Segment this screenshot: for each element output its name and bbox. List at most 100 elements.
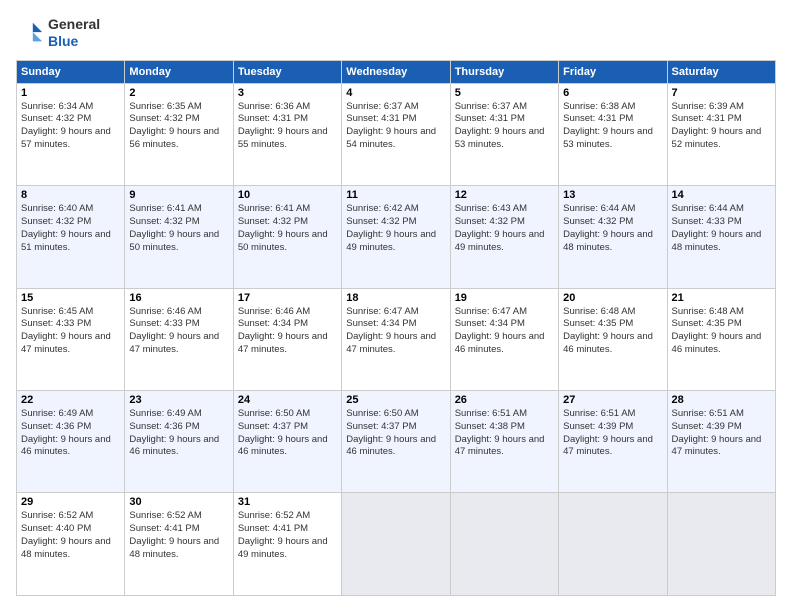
- day-number: 29: [21, 496, 120, 508]
- sunset-label: Sunset: 4:31 PM: [672, 113, 742, 124]
- day-info: Sunrise: 6:47 AM Sunset: 4:34 PM Dayligh…: [346, 306, 445, 357]
- table-row: 1 Sunrise: 6:34 AM Sunset: 4:32 PM Dayli…: [17, 83, 125, 185]
- day-header-wednesday: Wednesday: [342, 60, 450, 83]
- daylight-label: Daylight: 9 hours and 47 minutes.: [238, 331, 328, 355]
- day-header-saturday: Saturday: [667, 60, 775, 83]
- day-info: Sunrise: 6:44 AM Sunset: 4:32 PM Dayligh…: [563, 203, 662, 254]
- sunset-label: Sunset: 4:33 PM: [129, 318, 199, 329]
- day-number: 4: [346, 87, 445, 99]
- sunset-label: Sunset: 4:31 PM: [563, 113, 633, 124]
- day-info: Sunrise: 6:51 AM Sunset: 4:38 PM Dayligh…: [455, 408, 554, 459]
- table-row: 26 Sunrise: 6:51 AM Sunset: 4:38 PM Dayl…: [450, 391, 558, 493]
- table-row: 7 Sunrise: 6:39 AM Sunset: 4:31 PM Dayli…: [667, 83, 775, 185]
- logo-icon: [16, 19, 44, 47]
- sunset-label: Sunset: 4:32 PM: [21, 216, 91, 227]
- daylight-label: Daylight: 9 hours and 46 minutes.: [129, 434, 219, 458]
- table-row: 25 Sunrise: 6:50 AM Sunset: 4:37 PM Dayl…: [342, 391, 450, 493]
- table-row: 13 Sunrise: 6:44 AM Sunset: 4:32 PM Dayl…: [559, 186, 667, 288]
- day-info: Sunrise: 6:45 AM Sunset: 4:33 PM Dayligh…: [21, 306, 120, 357]
- table-row: 23 Sunrise: 6:49 AM Sunset: 4:36 PM Dayl…: [125, 391, 233, 493]
- day-number: 14: [672, 189, 771, 201]
- daylight-label: Daylight: 9 hours and 47 minutes.: [129, 331, 219, 355]
- sunset-label: Sunset: 4:35 PM: [672, 318, 742, 329]
- day-info: Sunrise: 6:46 AM Sunset: 4:34 PM Dayligh…: [238, 306, 337, 357]
- day-header-friday: Friday: [559, 60, 667, 83]
- day-number: 9: [129, 189, 228, 201]
- sunset-label: Sunset: 4:39 PM: [563, 421, 633, 432]
- sunset-label: Sunset: 4:34 PM: [346, 318, 416, 329]
- sunset-label: Sunset: 4:39 PM: [672, 421, 742, 432]
- day-number: 19: [455, 292, 554, 304]
- sunrise-label: Sunrise: 6:47 AM: [346, 306, 418, 317]
- sunset-label: Sunset: 4:32 PM: [455, 216, 525, 227]
- day-number: 28: [672, 394, 771, 406]
- day-info: Sunrise: 6:43 AM Sunset: 4:32 PM Dayligh…: [455, 203, 554, 254]
- sunset-label: Sunset: 4:36 PM: [21, 421, 91, 432]
- day-info: Sunrise: 6:47 AM Sunset: 4:34 PM Dayligh…: [455, 306, 554, 357]
- day-header-tuesday: Tuesday: [233, 60, 341, 83]
- day-info: Sunrise: 6:37 AM Sunset: 4:31 PM Dayligh…: [455, 101, 554, 152]
- day-number: 3: [238, 87, 337, 99]
- day-info: Sunrise: 6:46 AM Sunset: 4:33 PM Dayligh…: [129, 306, 228, 357]
- sunrise-label: Sunrise: 6:41 AM: [238, 203, 310, 214]
- sunrise-label: Sunrise: 6:39 AM: [672, 101, 744, 112]
- sunrise-label: Sunrise: 6:37 AM: [346, 101, 418, 112]
- daylight-label: Daylight: 9 hours and 54 minutes.: [346, 126, 436, 150]
- sunset-label: Sunset: 4:36 PM: [129, 421, 199, 432]
- table-row: [342, 493, 450, 596]
- sunrise-label: Sunrise: 6:44 AM: [563, 203, 635, 214]
- sunrise-label: Sunrise: 6:42 AM: [346, 203, 418, 214]
- day-info: Sunrise: 6:44 AM Sunset: 4:33 PM Dayligh…: [672, 203, 771, 254]
- day-header-thursday: Thursday: [450, 60, 558, 83]
- day-number: 7: [672, 87, 771, 99]
- table-row: 4 Sunrise: 6:37 AM Sunset: 4:31 PM Dayli…: [342, 83, 450, 185]
- daylight-label: Daylight: 9 hours and 49 minutes.: [455, 229, 545, 253]
- sunset-label: Sunset: 4:41 PM: [129, 523, 199, 534]
- day-header-sunday: Sunday: [17, 60, 125, 83]
- table-row: 24 Sunrise: 6:50 AM Sunset: 4:37 PM Dayl…: [233, 391, 341, 493]
- day-number: 13: [563, 189, 662, 201]
- table-row: 8 Sunrise: 6:40 AM Sunset: 4:32 PM Dayli…: [17, 186, 125, 288]
- table-row: 18 Sunrise: 6:47 AM Sunset: 4:34 PM Dayl…: [342, 288, 450, 390]
- daylight-label: Daylight: 9 hours and 50 minutes.: [238, 229, 328, 253]
- sunrise-label: Sunrise: 6:36 AM: [238, 101, 310, 112]
- day-info: Sunrise: 6:48 AM Sunset: 4:35 PM Dayligh…: [672, 306, 771, 357]
- table-row: 31 Sunrise: 6:52 AM Sunset: 4:41 PM Dayl…: [233, 493, 341, 596]
- day-number: 17: [238, 292, 337, 304]
- day-info: Sunrise: 6:36 AM Sunset: 4:31 PM Dayligh…: [238, 101, 337, 152]
- daylight-label: Daylight: 9 hours and 47 minutes.: [346, 331, 436, 355]
- table-row: 22 Sunrise: 6:49 AM Sunset: 4:36 PM Dayl…: [17, 391, 125, 493]
- sunset-label: Sunset: 4:38 PM: [455, 421, 525, 432]
- sunrise-label: Sunrise: 6:34 AM: [21, 101, 93, 112]
- day-number: 15: [21, 292, 120, 304]
- table-row: 21 Sunrise: 6:48 AM Sunset: 4:35 PM Dayl…: [667, 288, 775, 390]
- sunrise-label: Sunrise: 6:46 AM: [129, 306, 201, 317]
- daylight-label: Daylight: 9 hours and 48 minutes.: [563, 229, 653, 253]
- day-number: 8: [21, 189, 120, 201]
- table-row: 9 Sunrise: 6:41 AM Sunset: 4:32 PM Dayli…: [125, 186, 233, 288]
- sunset-label: Sunset: 4:31 PM: [238, 113, 308, 124]
- daylight-label: Daylight: 9 hours and 46 minutes.: [346, 434, 436, 458]
- sunrise-label: Sunrise: 6:49 AM: [21, 408, 93, 419]
- daylight-label: Daylight: 9 hours and 47 minutes.: [563, 434, 653, 458]
- day-info: Sunrise: 6:51 AM Sunset: 4:39 PM Dayligh…: [563, 408, 662, 459]
- table-row: 19 Sunrise: 6:47 AM Sunset: 4:34 PM Dayl…: [450, 288, 558, 390]
- daylight-label: Daylight: 9 hours and 49 minutes.: [238, 536, 328, 560]
- daylight-label: Daylight: 9 hours and 52 minutes.: [672, 126, 762, 150]
- logo-text: General Blue: [48, 16, 100, 50]
- day-number: 12: [455, 189, 554, 201]
- sunset-label: Sunset: 4:37 PM: [238, 421, 308, 432]
- sunset-label: Sunset: 4:32 PM: [21, 113, 91, 124]
- daylight-label: Daylight: 9 hours and 56 minutes.: [129, 126, 219, 150]
- daylight-label: Daylight: 9 hours and 46 minutes.: [672, 331, 762, 355]
- sunrise-label: Sunrise: 6:43 AM: [455, 203, 527, 214]
- day-header-monday: Monday: [125, 60, 233, 83]
- sunrise-label: Sunrise: 6:48 AM: [563, 306, 635, 317]
- header: General Blue: [16, 16, 776, 50]
- sunrise-label: Sunrise: 6:49 AM: [129, 408, 201, 419]
- table-row: 15 Sunrise: 6:45 AM Sunset: 4:33 PM Dayl…: [17, 288, 125, 390]
- day-info: Sunrise: 6:49 AM Sunset: 4:36 PM Dayligh…: [21, 408, 120, 459]
- sunrise-label: Sunrise: 6:51 AM: [455, 408, 527, 419]
- day-info: Sunrise: 6:52 AM Sunset: 4:40 PM Dayligh…: [21, 510, 120, 561]
- daylight-label: Daylight: 9 hours and 50 minutes.: [129, 229, 219, 253]
